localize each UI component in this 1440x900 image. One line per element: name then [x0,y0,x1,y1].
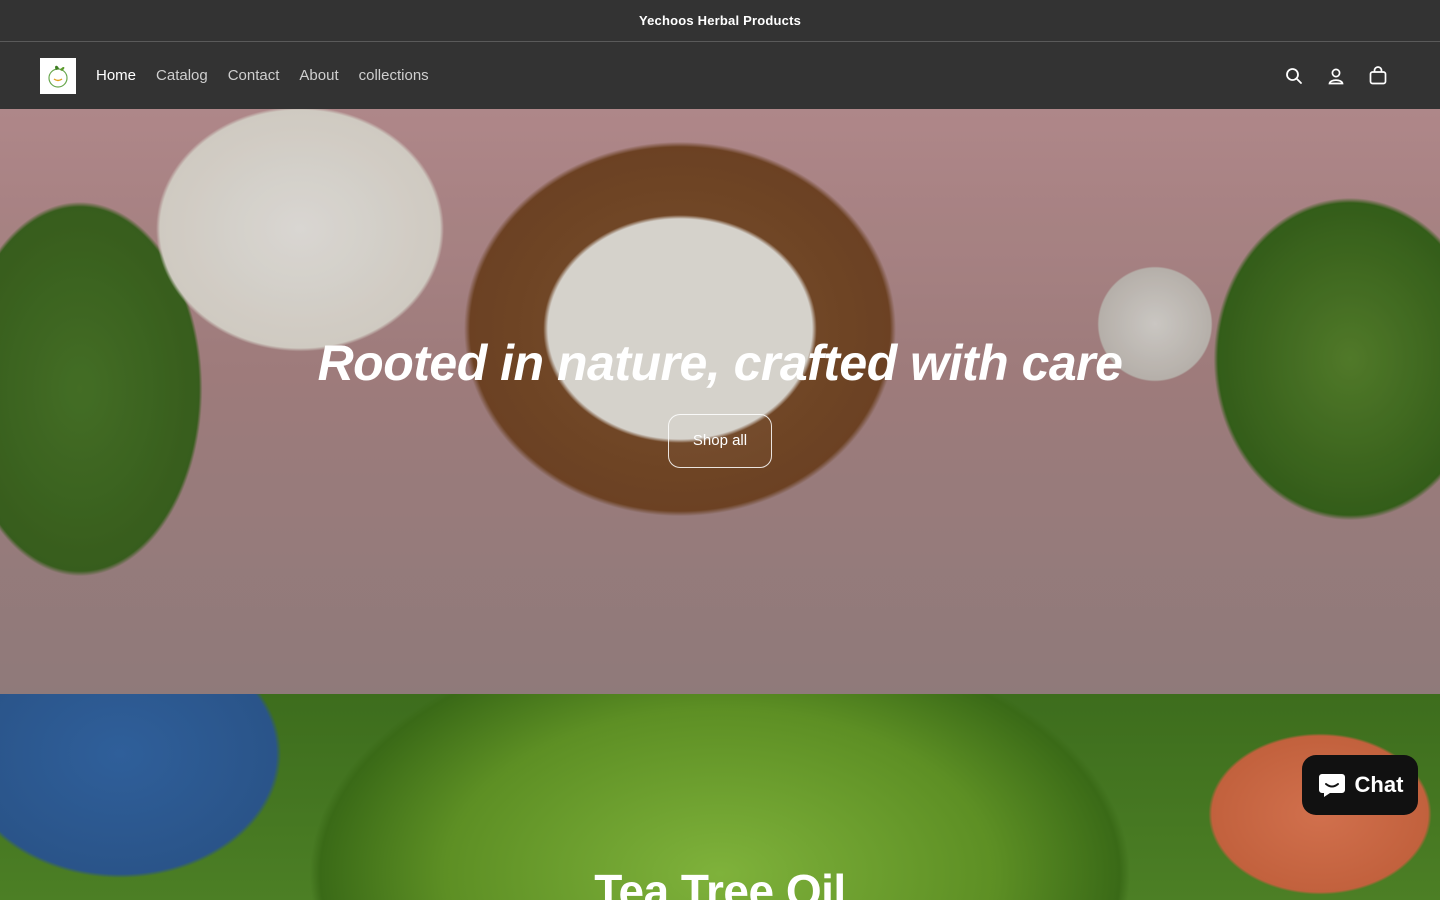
chat-button[interactable]: Chat [1302,755,1418,815]
section-title: Tea Tree Oil [594,865,846,900]
nav-about[interactable]: About [299,67,338,84]
tea-tree-oil-banner: Tea Tree Oil [0,694,1440,900]
hero-title: Rooted in nature, crafted with care [317,335,1123,391]
nav-contact[interactable]: Contact [228,67,280,84]
nav-collections[interactable]: collections [359,67,429,84]
shop-all-button[interactable]: Shop all [667,414,773,468]
logo-leaf-icon [48,65,68,88]
chat-label: Chat [1354,772,1404,797]
account-icon[interactable] [1326,66,1346,86]
header-icons [1284,65,1388,86]
search-icon[interactable] [1284,66,1304,86]
main-nav: Home Catalog Contact About collections [96,67,429,84]
site-header: Home Catalog Contact About collections [0,42,1440,109]
chat-bubble-icon [1318,774,1345,797]
announcement-bar: Yechoos Herbal Products [0,0,1440,42]
nav-catalog[interactable]: Catalog [156,67,208,84]
hero-banner: Rooted in nature, crafted with care Shop… [0,109,1440,694]
hero-content: Rooted in nature, crafted with care Shop… [0,334,1440,468]
store-logo[interactable] [40,57,76,94]
cart-icon[interactable] [1368,65,1388,86]
announcement-text: Yechoos Herbal Products [638,13,802,28]
nav-home[interactable]: Home [96,67,136,84]
